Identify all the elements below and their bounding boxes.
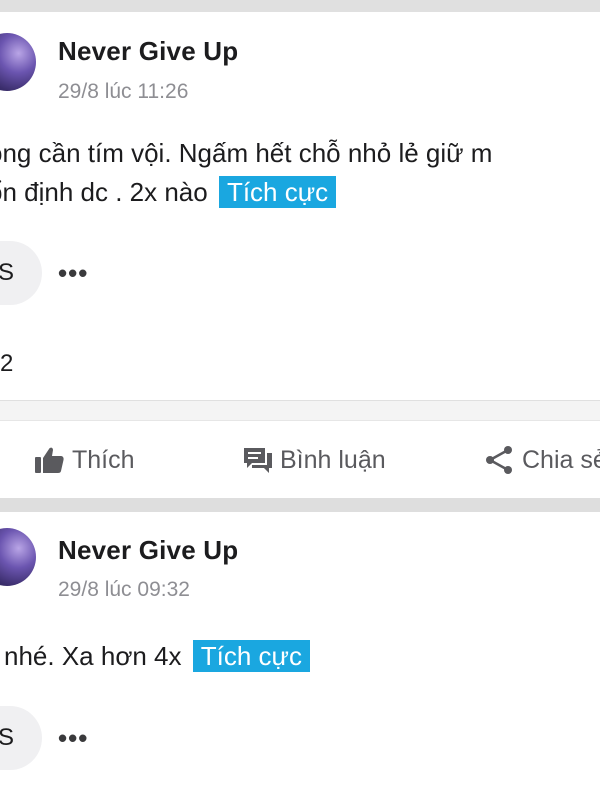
post-author[interactable]: Never Give Up bbox=[58, 535, 238, 566]
avatar[interactable] bbox=[0, 33, 36, 91]
reaction-chip[interactable]: BS bbox=[0, 706, 42, 770]
post-text-line: ông cần tím vội. Ngấm hết chỗ nhỏ lẻ giữ… bbox=[0, 138, 493, 168]
comment-icon bbox=[242, 445, 274, 475]
avatar[interactable] bbox=[0, 528, 36, 586]
like-label: Thích bbox=[72, 445, 135, 474]
share-label: Chia sẻ bbox=[522, 445, 600, 474]
like-button[interactable]: Thích bbox=[34, 443, 135, 477]
feed: Never Give Up 29/8 lúc 11:26 ông cần tím… bbox=[0, 0, 600, 800]
sentiment-tag[interactable]: Tích cực bbox=[218, 176, 337, 208]
post-text: ổn định dc . 2x nào bbox=[0, 177, 208, 207]
post-author[interactable]: Never Give Up bbox=[58, 36, 238, 67]
post-text-line: nhé. Xa hơn 4x Tích cực bbox=[4, 640, 310, 672]
post-actions-bar: Thích Bình luận Chia sẻ bbox=[0, 420, 600, 499]
reaction-chip[interactable]: BS bbox=[0, 241, 42, 305]
post-timestamp[interactable]: 29/8 lúc 09:32 bbox=[58, 578, 190, 602]
comment-label: Bình luận bbox=[280, 445, 386, 474]
reaction-count[interactable]: 2 bbox=[0, 350, 13, 378]
divider bbox=[0, 498, 600, 512]
sentiment-tag[interactable]: Tích cực bbox=[192, 640, 310, 672]
post-timestamp[interactable]: 29/8 lúc 11:26 bbox=[58, 80, 188, 104]
share-icon bbox=[484, 445, 516, 475]
top-divider bbox=[0, 0, 600, 12]
more-options-icon[interactable]: ••• bbox=[58, 258, 88, 289]
post-card: Never Give Up 29/8 lúc 11:26 ông cần tím… bbox=[0, 12, 600, 400]
post-text-line: ổn định dc . 2x nào Tích cực bbox=[0, 176, 337, 208]
more-options-icon[interactable]: ••• bbox=[58, 723, 88, 754]
post-card: Never Give Up 29/8 lúc 09:32 nhé. Xa hơn… bbox=[0, 512, 600, 800]
divider bbox=[0, 400, 600, 421]
share-button[interactable]: Chia sẻ bbox=[484, 443, 600, 477]
thumbs-up-icon bbox=[34, 445, 66, 475]
post-text: nhé. Xa hơn 4x bbox=[4, 641, 182, 671]
comment-button[interactable]: Bình luận bbox=[242, 443, 386, 477]
